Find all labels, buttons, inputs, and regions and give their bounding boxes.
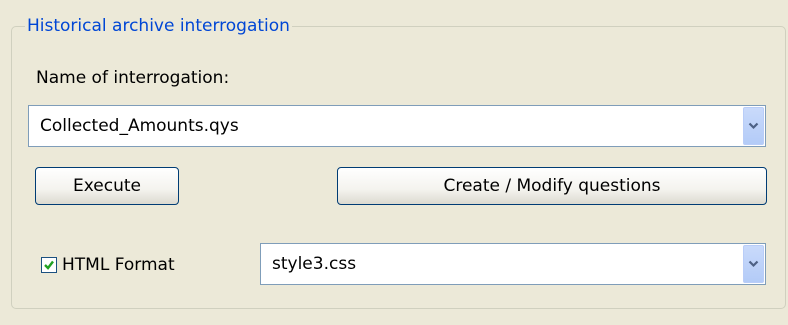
interrogation-name-label: Name of interrogation: xyxy=(36,68,230,88)
html-format-label[interactable]: HTML Format xyxy=(62,254,175,276)
interrogation-select-value: Collected_Amounts.qys xyxy=(40,116,239,136)
groupbox-title: Historical archive interrogation xyxy=(25,15,292,37)
html-format-checkbox[interactable] xyxy=(41,257,57,273)
interrogation-dropdown-button[interactable] xyxy=(743,107,764,145)
stylesheet-select[interactable]: style3.css xyxy=(260,243,766,285)
interrogation-select[interactable]: Collected_Amounts.qys xyxy=(28,105,766,147)
create-modify-questions-button[interactable]: Create / Modify questions xyxy=(337,167,767,205)
chevron-down-icon xyxy=(748,260,759,268)
chevron-down-icon xyxy=(748,122,759,130)
stylesheet-select-value: style3.css xyxy=(272,254,357,274)
checkmark-icon xyxy=(44,260,54,270)
execute-button[interactable]: Execute xyxy=(35,167,179,205)
stylesheet-dropdown-button[interactable] xyxy=(743,245,764,283)
